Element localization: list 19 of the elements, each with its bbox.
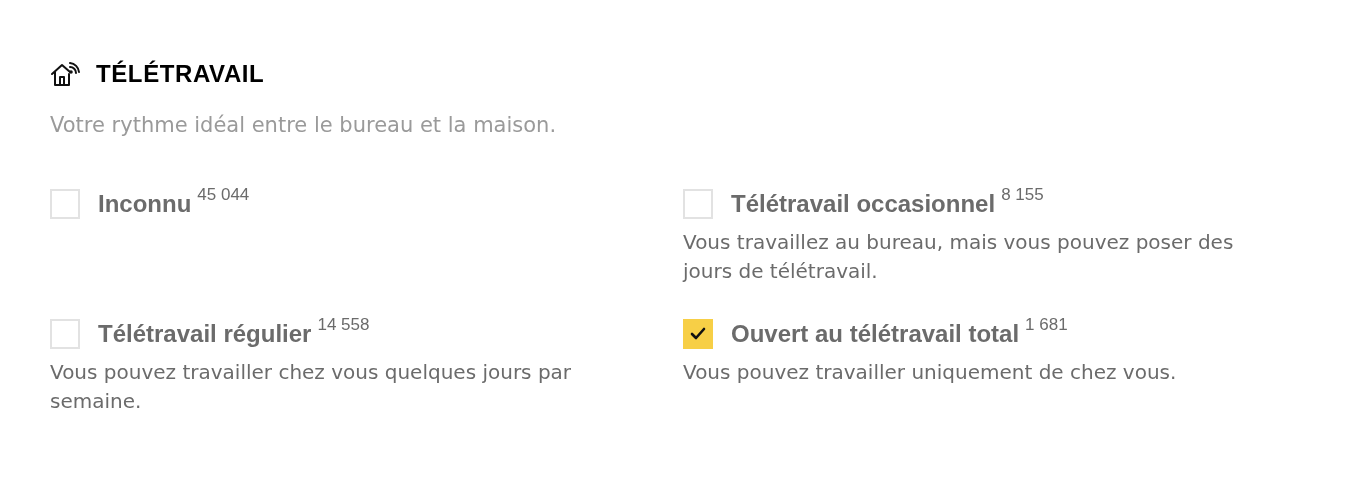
option-description: Vous pouvez travailler uniquement de chez vous. — [683, 358, 1178, 386]
option-label[interactable]: Télétravail régulier — [98, 315, 312, 352]
option-count: 8 155 — [1001, 183, 1044, 206]
checkbox[interactable] — [50, 318, 80, 349]
option-description: Vous travaillez au bureau, mais vous pouvez poser des jours de télétravail. — [683, 228, 1235, 285]
option-description: Vous pouvez travailler chez vous quelques jours par semaine. — [50, 358, 573, 415]
option-count: 14 558 — [317, 313, 370, 336]
option-label[interactable]: Ouvert au télétravail total — [731, 315, 1020, 352]
option-count: 45 044 — [197, 183, 250, 206]
checkmark-icon — [690, 326, 706, 341]
option-label[interactable]: Télétravail occasionnel — [731, 185, 996, 222]
checkbox[interactable] — [683, 188, 713, 219]
section-title: TÉLÉTRAVAIL — [96, 59, 265, 89]
house-wifi-icon — [50, 61, 80, 87]
option-label[interactable]: Inconnu — [98, 185, 192, 222]
checkbox[interactable] — [50, 188, 80, 219]
option-count: 1 681 — [1025, 313, 1068, 336]
checkbox[interactable] — [683, 318, 713, 349]
section-subtitle: Votre rythme idéal entre le bureau et la maison. — [50, 112, 558, 139]
